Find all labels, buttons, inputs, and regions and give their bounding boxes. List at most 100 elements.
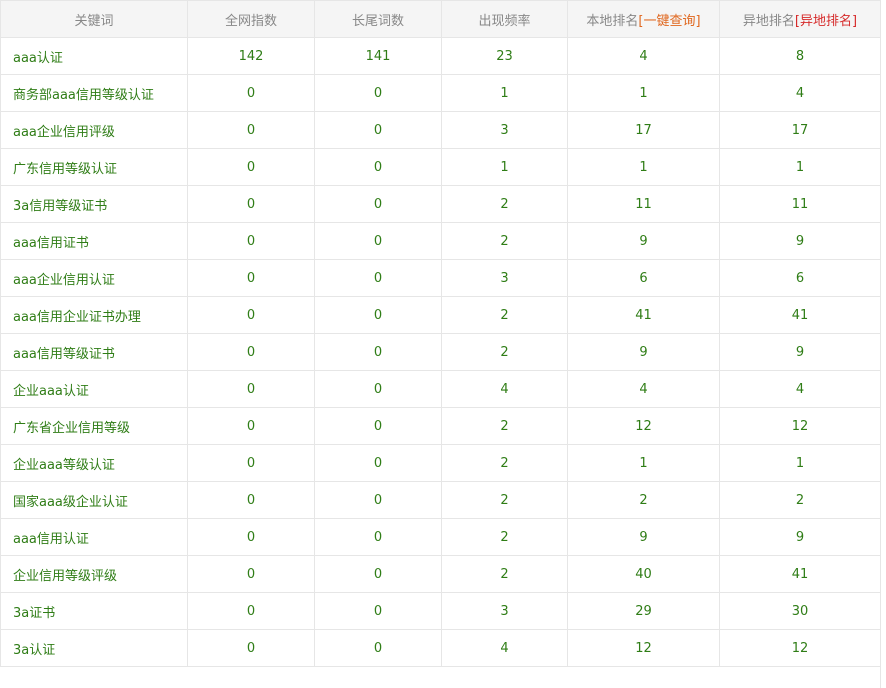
table-row: 国家aaa级企业认证 0 0 2 2 2 xyxy=(0,481,881,519)
cell-longtail-count: 0 xyxy=(314,333,442,371)
cell-remote-rank: 11 xyxy=(719,185,881,223)
cell-global-index: 0 xyxy=(187,148,315,186)
cell-local-rank: 2 xyxy=(567,481,720,519)
cell-longtail-count: 0 xyxy=(314,444,442,482)
cell-global-index: 0 xyxy=(187,407,315,445)
cell-local-rank: 29 xyxy=(567,592,720,630)
header-global-index: 全网指数 xyxy=(187,0,315,38)
cell-frequency: 3 xyxy=(441,592,568,630)
cell-remote-rank: 4 xyxy=(719,370,881,408)
header-local-rank-label: 本地排名 xyxy=(586,13,639,29)
cell-remote-rank: 1 xyxy=(719,148,881,186)
cell-keyword: 企业信用等级评级 xyxy=(0,555,188,593)
cell-local-rank: 17 xyxy=(567,111,720,149)
cell-longtail-count: 0 xyxy=(314,296,442,334)
table-row: 企业aaa等级认证 0 0 2 1 1 xyxy=(0,444,881,482)
cell-frequency: 3 xyxy=(441,259,568,297)
cell-longtail-count: 141 xyxy=(314,37,442,75)
cell-remote-rank: 9 xyxy=(719,518,881,556)
cell-local-rank: 9 xyxy=(567,222,720,260)
cell-local-rank: 1 xyxy=(567,444,720,482)
cell-remote-rank: 8 xyxy=(719,37,881,75)
cell-remote-rank: 4 xyxy=(719,74,881,112)
cell-global-index: 0 xyxy=(187,370,315,408)
cell-global-index: 0 xyxy=(187,111,315,149)
cell-remote-rank: 6 xyxy=(719,259,881,297)
table-row: 3a信用等级证书 0 0 2 11 11 xyxy=(0,185,881,223)
cell-keyword: aaa信用认证 xyxy=(0,518,188,556)
cell-global-index: 0 xyxy=(187,259,315,297)
cell-frequency: 4 xyxy=(441,629,568,667)
table-row: aaa信用等级证书 0 0 2 9 9 xyxy=(0,333,881,371)
cell-global-index: 0 xyxy=(187,481,315,519)
cell-longtail-count: 0 xyxy=(314,555,442,593)
cell-longtail-count: 0 xyxy=(314,592,442,630)
cell-keyword: 3a证书 xyxy=(0,592,188,630)
header-frequency: 出现频率 xyxy=(441,0,568,38)
cell-remote-rank: 30 xyxy=(719,592,881,630)
cell-local-rank: 9 xyxy=(567,518,720,556)
cell-local-rank: 1 xyxy=(567,74,720,112)
table-row: 3a认证 0 0 4 12 12 xyxy=(0,629,881,667)
cell-local-rank: 40 xyxy=(567,555,720,593)
cell-frequency: 2 xyxy=(441,407,568,445)
cell-frequency: 2 xyxy=(441,222,568,260)
header-remote-rank-label: 异地排名 xyxy=(742,13,795,29)
cell-keyword: 企业aaa认证 xyxy=(0,370,188,408)
remote-rank-link[interactable]: [异地排名] xyxy=(795,14,857,29)
cell-frequency: 2 xyxy=(441,185,568,223)
table-body: aaa认证 142 141 23 4 8 商务部aaa信用等级认证 0 0 1 1 4 aaa企业信用评… xyxy=(0,37,881,667)
cell-remote-rank: 41 xyxy=(719,296,881,334)
cell-frequency: 2 xyxy=(441,333,568,371)
cell-keyword: 广东省企业信用等级 xyxy=(0,407,188,445)
cell-local-rank: 12 xyxy=(567,629,720,667)
cell-keyword: 广东信用等级认证 xyxy=(0,148,188,186)
table-row: aaa认证 142 141 23 4 8 xyxy=(0,37,881,75)
cell-keyword: aaa信用等级证书 xyxy=(0,333,188,371)
table-right-edge xyxy=(880,0,881,688)
cell-keyword: 国家aaa级企业认证 xyxy=(0,481,188,519)
cell-frequency: 2 xyxy=(441,444,568,482)
cell-frequency: 4 xyxy=(441,370,568,408)
cell-longtail-count: 0 xyxy=(314,629,442,667)
cell-longtail-count: 0 xyxy=(314,518,442,556)
cell-remote-rank: 9 xyxy=(719,222,881,260)
cell-remote-rank: 17 xyxy=(719,111,881,149)
cell-remote-rank: 9 xyxy=(719,333,881,371)
table-row: 商务部aaa信用等级认证 0 0 1 1 4 xyxy=(0,74,881,112)
cell-global-index: 0 xyxy=(187,185,315,223)
cell-longtail-count: 0 xyxy=(314,259,442,297)
keyword-table: 关键词 全网指数 长尾词数 出现频率 本地排名[一键查询] 异地排名[异地排名]… xyxy=(0,0,881,667)
cell-local-rank: 11 xyxy=(567,185,720,223)
cell-global-index: 142 xyxy=(187,37,315,75)
cell-remote-rank: 12 xyxy=(719,407,881,445)
header-remote-rank: 异地排名[异地排名] xyxy=(719,0,881,38)
cell-global-index: 0 xyxy=(187,222,315,260)
cell-longtail-count: 0 xyxy=(314,111,442,149)
cell-local-rank: 41 xyxy=(567,296,720,334)
cell-keyword: aaa信用证书 xyxy=(0,222,188,260)
cell-global-index: 0 xyxy=(187,518,315,556)
cell-frequency: 2 xyxy=(441,296,568,334)
table-row: aaa企业信用评级 0 0 3 17 17 xyxy=(0,111,881,149)
cell-frequency: 3 xyxy=(441,111,568,149)
header-local-rank: 本地排名[一键查询] xyxy=(567,0,720,38)
cell-keyword: aaa信用企业证书办理 xyxy=(0,296,188,334)
cell-global-index: 0 xyxy=(187,592,315,630)
cell-frequency: 2 xyxy=(441,481,568,519)
header-longtail-count: 长尾词数 xyxy=(314,0,442,38)
cell-frequency: 1 xyxy=(441,74,568,112)
cell-global-index: 0 xyxy=(187,74,315,112)
cell-longtail-count: 0 xyxy=(314,370,442,408)
cell-frequency: 2 xyxy=(441,518,568,556)
cell-remote-rank: 1 xyxy=(719,444,881,482)
cell-longtail-count: 0 xyxy=(314,222,442,260)
one-click-query-link[interactable]: [一键查询] xyxy=(638,14,700,29)
cell-remote-rank: 12 xyxy=(719,629,881,667)
table-row: aaa企业信用认证 0 0 3 6 6 xyxy=(0,259,881,297)
cell-global-index: 0 xyxy=(187,555,315,593)
cell-remote-rank: 2 xyxy=(719,481,881,519)
cell-local-rank: 9 xyxy=(567,333,720,371)
cell-keyword: aaa认证 xyxy=(0,37,188,75)
cell-local-rank: 6 xyxy=(567,259,720,297)
